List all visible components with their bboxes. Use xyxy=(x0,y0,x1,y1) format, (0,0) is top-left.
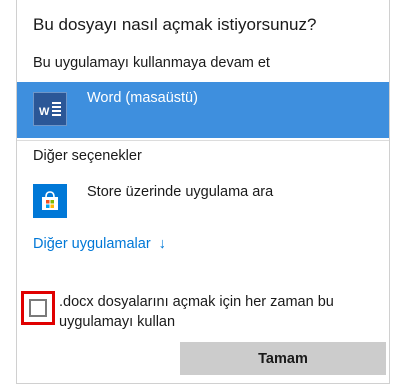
store-option-label: Store üzerinde uygulama ara xyxy=(87,184,274,200)
app-option-store[interactable]: Store üzerinde uygulama ara xyxy=(17,174,389,222)
ok-button[interactable]: Tamam xyxy=(180,342,386,375)
keep-using-label: Bu uygulamayı kullanmaya devam et xyxy=(33,55,270,71)
app-option-label: Word (masaüstü) xyxy=(87,90,198,106)
other-options-label: Diğer seçenekler xyxy=(33,148,142,164)
store-icon xyxy=(33,184,67,218)
svg-text:W: W xyxy=(39,106,50,118)
app-option-word[interactable]: W Word (masaüstü) xyxy=(17,82,389,138)
word-icon: W xyxy=(33,92,67,126)
more-apps-link[interactable]: Diğer uygulamalar ↓ xyxy=(33,236,166,252)
always-use-label: .docx dosyalarını açmak için her zaman b… xyxy=(59,294,334,330)
open-with-dialog: Bu dosyayı nasıl açmak istiyorsunuz? Bu … xyxy=(16,0,390,384)
checkbox-box xyxy=(29,299,47,317)
always-use-checkbox[interactable] xyxy=(21,291,55,325)
dialog-title: Bu dosyayı nasıl açmak istiyorsunuz? xyxy=(33,15,317,34)
divider xyxy=(17,140,389,141)
more-apps-label: Diğer uygulamalar xyxy=(33,236,151,252)
arrow-down-icon: ↓ xyxy=(158,236,166,252)
